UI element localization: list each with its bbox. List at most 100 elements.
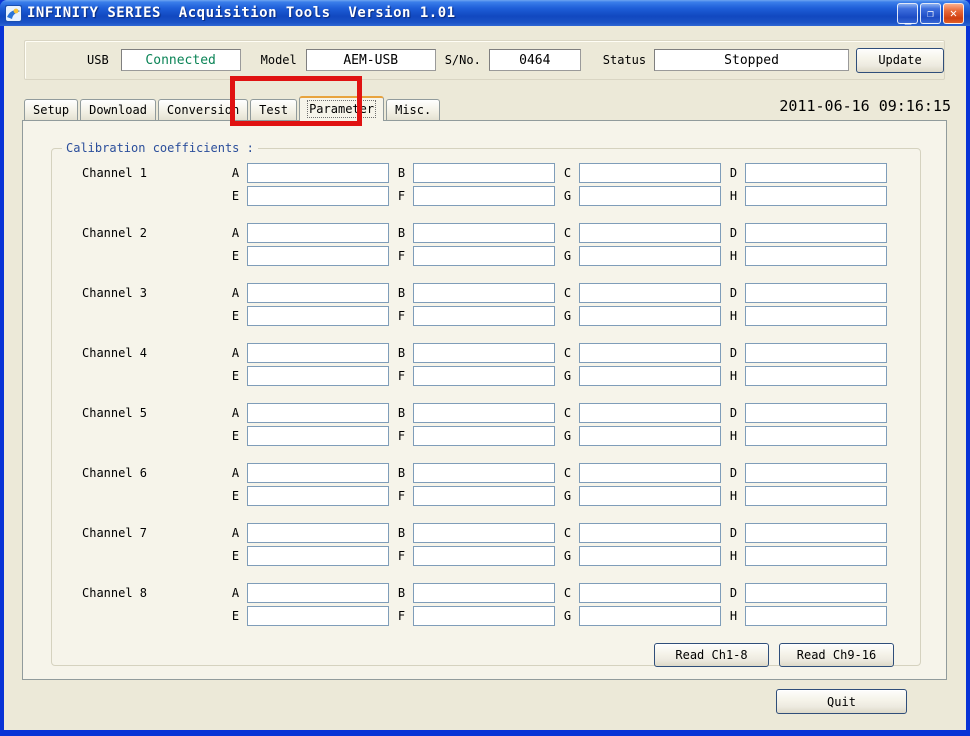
coef-input-ch4-C[interactable] xyxy=(579,343,721,363)
coef-input-ch1-C[interactable] xyxy=(579,163,721,183)
coef-input-ch7-E[interactable] xyxy=(247,546,389,566)
read-ch1-8-button[interactable]: Read Ch1-8 xyxy=(654,643,769,667)
coef-input-ch2-G[interactable] xyxy=(579,246,721,266)
coef-input-ch6-H[interactable] xyxy=(745,486,887,506)
coefficient-label-E: E xyxy=(230,489,241,503)
coef-input-ch7-F[interactable] xyxy=(413,546,555,566)
parameter-tab-page: Calibration coefficients : Channel 1ABCD… xyxy=(22,120,947,680)
tab-setup[interactable]: Setup xyxy=(24,99,78,120)
coef-input-ch3-A[interactable] xyxy=(247,283,389,303)
maximize-button[interactable]: ❐ xyxy=(920,3,941,24)
title-bar[interactable]: INFINITY SERIES Acquisition Tools Versio… xyxy=(0,0,970,26)
coef-input-ch8-D[interactable] xyxy=(745,583,887,603)
coef-input-ch6-C[interactable] xyxy=(579,463,721,483)
coef-input-ch6-A[interactable] xyxy=(247,463,389,483)
coefficient-row: EFGH xyxy=(52,246,920,266)
coef-input-ch1-E[interactable] xyxy=(247,186,389,206)
status-panel: USB Connected Model AEM-USB S/No. 0464 S… xyxy=(24,40,945,80)
coefficient-label-A: A xyxy=(230,466,241,480)
coefficient-label-A: A xyxy=(230,226,241,240)
coef-input-ch5-G[interactable] xyxy=(579,426,721,446)
coefficient-label-B: B xyxy=(396,586,407,600)
coef-input-ch5-A[interactable] xyxy=(247,403,389,423)
coef-input-ch1-D[interactable] xyxy=(745,163,887,183)
coef-input-ch5-F[interactable] xyxy=(413,426,555,446)
coef-input-ch2-H[interactable] xyxy=(745,246,887,266)
tab-parameter[interactable]: Parameter xyxy=(299,96,384,121)
coefficient-label-D: D xyxy=(728,286,739,300)
minimize-button[interactable]: _ xyxy=(897,3,918,24)
coef-input-ch1-B[interactable] xyxy=(413,163,555,183)
coef-input-ch4-G[interactable] xyxy=(579,366,721,386)
coef-input-ch1-H[interactable] xyxy=(745,186,887,206)
coef-input-ch7-A[interactable] xyxy=(247,523,389,543)
coef-input-ch8-C[interactable] xyxy=(579,583,721,603)
coef-input-ch3-G[interactable] xyxy=(579,306,721,326)
quit-row: Quit xyxy=(4,680,966,714)
coef-input-ch1-A[interactable] xyxy=(247,163,389,183)
tab-download[interactable]: Download xyxy=(80,99,156,120)
channel-label: Channel 3 xyxy=(52,286,230,300)
coef-input-ch7-B[interactable] xyxy=(413,523,555,543)
close-button[interactable]: ✕ xyxy=(943,3,964,24)
model-label: Model xyxy=(261,53,297,67)
coef-input-ch6-D[interactable] xyxy=(745,463,887,483)
coef-input-ch8-F[interactable] xyxy=(413,606,555,626)
calibration-groupbox-caption: Calibration coefficients : xyxy=(62,141,258,155)
coef-input-ch5-E[interactable] xyxy=(247,426,389,446)
coef-input-ch6-G[interactable] xyxy=(579,486,721,506)
coef-input-ch2-F[interactable] xyxy=(413,246,555,266)
coef-input-ch1-G[interactable] xyxy=(579,186,721,206)
tab-misc[interactable]: Misc. xyxy=(386,99,440,120)
coef-input-ch2-E[interactable] xyxy=(247,246,389,266)
coef-input-ch4-F[interactable] xyxy=(413,366,555,386)
coef-input-ch5-C[interactable] xyxy=(579,403,721,423)
coef-input-ch8-G[interactable] xyxy=(579,606,721,626)
coef-input-ch2-C[interactable] xyxy=(579,223,721,243)
status-label: Status xyxy=(603,53,646,67)
coefficient-row: EFGH xyxy=(52,426,920,446)
coef-input-ch6-F[interactable] xyxy=(413,486,555,506)
coef-input-ch8-E[interactable] xyxy=(247,606,389,626)
coef-input-ch4-E[interactable] xyxy=(247,366,389,386)
coef-input-ch3-B[interactable] xyxy=(413,283,555,303)
read-ch9-16-button[interactable]: Read Ch9-16 xyxy=(779,643,894,667)
coef-input-ch8-H[interactable] xyxy=(745,606,887,626)
coef-input-ch2-B[interactable] xyxy=(413,223,555,243)
coef-input-ch3-E[interactable] xyxy=(247,306,389,326)
coef-input-ch6-E[interactable] xyxy=(247,486,389,506)
coef-input-ch5-H[interactable] xyxy=(745,426,887,446)
coef-input-ch5-D[interactable] xyxy=(745,403,887,423)
coef-input-ch4-A[interactable] xyxy=(247,343,389,363)
coef-input-ch8-B[interactable] xyxy=(413,583,555,603)
quit-button[interactable]: Quit xyxy=(776,689,907,714)
coef-input-ch2-A[interactable] xyxy=(247,223,389,243)
coef-input-ch3-F[interactable] xyxy=(413,306,555,326)
tab-conversion[interactable]: Conversion xyxy=(158,99,248,120)
coefficient-row: EFGH xyxy=(52,606,920,626)
coef-input-ch4-B[interactable] xyxy=(413,343,555,363)
coefficient-label-D: D xyxy=(728,526,739,540)
coef-input-ch5-B[interactable] xyxy=(413,403,555,423)
coef-input-ch3-C[interactable] xyxy=(579,283,721,303)
coef-input-ch7-G[interactable] xyxy=(579,546,721,566)
coefficient-label-G: G xyxy=(562,309,573,323)
serial-number-label: S/No. xyxy=(445,53,481,67)
coefficient-label-F: F xyxy=(396,309,407,323)
coef-input-ch1-F[interactable] xyxy=(413,186,555,206)
coef-input-ch3-H[interactable] xyxy=(745,306,887,326)
coef-input-ch4-D[interactable] xyxy=(745,343,887,363)
coef-input-ch3-D[interactable] xyxy=(745,283,887,303)
coef-input-ch8-A[interactable] xyxy=(247,583,389,603)
coefficient-label-C: C xyxy=(562,526,573,540)
coefficient-label-C: C xyxy=(562,286,573,300)
coef-input-ch7-D[interactable] xyxy=(745,523,887,543)
coef-input-ch4-H[interactable] xyxy=(745,366,887,386)
tab-test[interactable]: Test xyxy=(250,99,297,120)
coef-input-ch2-D[interactable] xyxy=(745,223,887,243)
coef-input-ch6-B[interactable] xyxy=(413,463,555,483)
update-button[interactable]: Update xyxy=(856,48,944,73)
coef-input-ch7-H[interactable] xyxy=(745,546,887,566)
close-icon: ✕ xyxy=(950,7,957,19)
coef-input-ch7-C[interactable] xyxy=(579,523,721,543)
